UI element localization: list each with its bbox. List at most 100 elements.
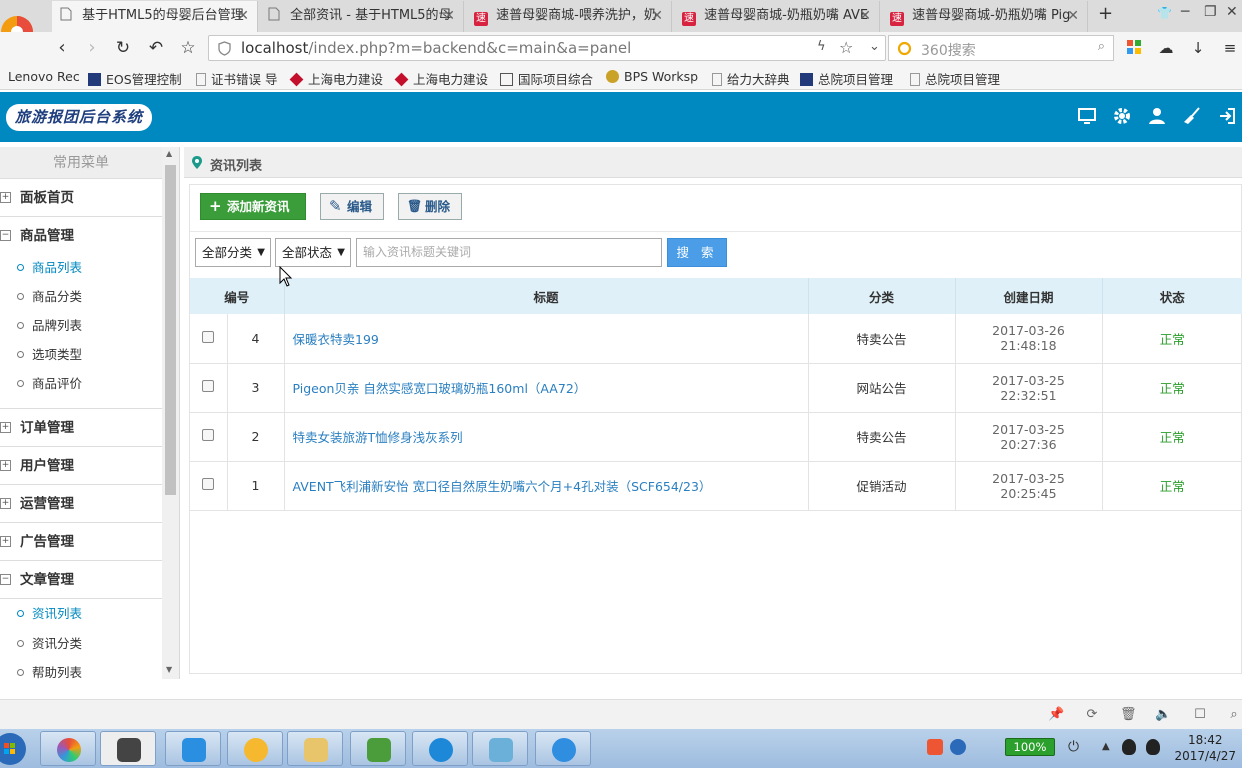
taskbar-browser-360[interactable]	[40, 731, 96, 766]
broom-icon[interactable]	[1182, 106, 1202, 126]
undo-icon[interactable]: ↶	[144, 36, 168, 60]
shirt-icon[interactable]: 👕	[1157, 6, 1172, 20]
header-id[interactable]: 编号	[190, 278, 285, 314]
sidebar-item-brand-list[interactable]: 品牌列表	[0, 311, 162, 340]
sidebar-group-articles[interactable]: − 文章管理	[0, 561, 162, 599]
download-icon[interactable]: ↓	[1186, 36, 1210, 60]
taskbar-app-4[interactable]	[227, 731, 283, 766]
browser-tab-5[interactable]: 速 速普母婴商城-奶瓶奶嘴 Pig ✕	[882, 1, 1088, 32]
sidebar-scrollbar[interactable]: ▲ ▼	[162, 147, 179, 679]
chevron-down-icon[interactable]: ⌄	[869, 39, 880, 54]
speaker-icon[interactable]: 🔈	[1155, 707, 1171, 723]
header-title[interactable]: 标题	[284, 278, 809, 314]
sidebar-group-operations[interactable]: + 运营管理	[0, 485, 162, 523]
sidebar-item-help-list[interactable]: 帮助列表	[0, 658, 162, 679]
close-tab-icon[interactable]: ✕	[651, 1, 663, 31]
sidebar-item-option-types[interactable]: 选项类型	[0, 340, 162, 369]
bookmark-item[interactable]: BPS Worksp	[606, 69, 698, 84]
start-button-icon[interactable]	[0, 731, 32, 766]
row-title-link[interactable]: Pigeon贝亲 自然实感宽口玻璃奶瓶160ml（AA72）	[284, 363, 809, 413]
monitor-icon[interactable]	[1077, 106, 1097, 126]
sidebar-group-goods[interactable]: − 商品管理	[0, 217, 162, 255]
battery-indicator[interactable]: 100%	[1005, 738, 1055, 756]
edit-button[interactable]: ✎ 编辑	[320, 193, 384, 220]
ime-icon[interactable]	[927, 739, 943, 755]
bookmark-item[interactable]: 国际项目综合	[500, 69, 593, 88]
scroll-down-icon[interactable]: ▼	[166, 665, 172, 674]
browser-tab-3[interactable]: 速 速普母婴商城-喂养洗护，奶 ✕	[466, 1, 672, 32]
browser-tab-1[interactable]: 基于HTML5的母婴后台管理 ✕	[52, 1, 258, 32]
table-row[interactable]: 3 Pigeon贝亲 自然实感宽口玻璃奶瓶160ml（AA72） 网站公告 20…	[190, 363, 1242, 413]
sidebar-item-goods-reviews[interactable]: 商品评价	[0, 369, 162, 409]
apps-grid-icon[interactable]	[1127, 40, 1141, 54]
row-checkbox[interactable]	[202, 380, 215, 392]
window-icon[interactable]: ☐	[1192, 707, 1208, 723]
help-icon[interactable]	[950, 739, 966, 755]
new-tab-button[interactable]: +	[1098, 3, 1113, 24]
sidebar-group-dashboard[interactable]: + 面板首页	[0, 179, 162, 217]
user-icon[interactable]	[1147, 106, 1167, 126]
taskbar-app-8[interactable]	[472, 731, 528, 766]
address-bar[interactable]: localhost/index.php?m=backend&c=main&a=p…	[208, 35, 886, 61]
reload-icon[interactable]: ↻	[111, 36, 135, 60]
favorite-star-icon[interactable]: ☆	[839, 38, 853, 57]
bookmark-item[interactable]: EOS管理控制	[88, 69, 182, 88]
zoom-icon[interactable]: ⌕	[1226, 707, 1242, 723]
browser-tab-4[interactable]: 速 速普母婴商城-奶瓶奶嘴 AVE ✕	[674, 1, 880, 32]
logout-icon[interactable]	[1217, 106, 1237, 126]
close-tab-icon[interactable]: ✕	[859, 1, 871, 31]
add-news-button[interactable]: + 添加新资讯	[200, 193, 306, 220]
bookmark-item[interactable]: 总院项目管理	[800, 69, 893, 88]
close-tab-icon[interactable]: ✕	[1067, 1, 1079, 31]
bookmark-item[interactable]: 给力大辞典	[712, 69, 790, 88]
bookmark-item[interactable]: 上海电力建设	[289, 69, 383, 88]
search-engine-box[interactable]: 360搜索 ⌕	[888, 35, 1114, 61]
sidebar-item-goods-list[interactable]: 商品列表	[0, 253, 162, 282]
header-status[interactable]: 状态	[1102, 278, 1242, 314]
table-row[interactable]: 1 AVENT飞利浦新安怡 宽口径自然原生奶嘴六个月+4孔对装（SCF654/2…	[190, 461, 1242, 511]
minimize-icon[interactable]: ─	[1181, 4, 1189, 20]
sidebar-group-users[interactable]: + 用户管理	[0, 447, 162, 485]
qq-icon[interactable]	[1122, 739, 1136, 755]
menu-icon[interactable]: ≡	[1218, 36, 1242, 60]
speed-icon[interactable]: ⟳	[1084, 707, 1100, 723]
taskbar-editor[interactable]	[350, 731, 406, 766]
header-created-date[interactable]: 创建日期	[955, 278, 1103, 314]
taskbar-explorer[interactable]	[287, 731, 343, 766]
bookmark-item[interactable]: 总院项目管理	[910, 69, 1000, 88]
bookmark-item[interactable]: 上海电力建设	[394, 69, 488, 88]
system-clock[interactable]: 18:42 2017/4/27	[1174, 732, 1236, 764]
browser-tab-2[interactable]: 全部资讯 - 基于HTML5的母 ✕	[260, 1, 464, 32]
back-icon[interactable]: ‹	[50, 36, 74, 60]
sidebar-item-news-category[interactable]: 资讯分类	[0, 629, 162, 658]
bookmark-item[interactable]: Lenovo Rec	[8, 69, 80, 84]
tray-expand-icon[interactable]: ▲	[1102, 741, 1110, 752]
url-text[interactable]: localhost/index.php?m=backend&c=main&a=p…	[241, 39, 631, 57]
cloud-icon[interactable]: ☁	[1154, 36, 1178, 60]
pin-icon[interactable]: 📌	[1048, 707, 1064, 723]
sidebar-item-goods-category[interactable]: 商品分类	[0, 282, 162, 311]
status-select[interactable]: 全部状态 ▼	[275, 238, 351, 267]
table-row[interactable]: 2 特卖女装旅游T恤修身浅灰系列 特卖公告 2017-03-25 20:27:36…	[190, 412, 1242, 462]
close-tab-icon[interactable]: ✕	[237, 1, 249, 31]
lightning-icon[interactable]: ϟ	[817, 39, 826, 54]
scrollbar-thumb[interactable]	[165, 165, 176, 495]
row-title-link[interactable]: AVENT飞利浦新安怡 宽口径自然原生奶嘴六个月+4孔对装（SCF654/23）	[284, 461, 809, 511]
category-select[interactable]: 全部分类 ▼	[195, 238, 271, 267]
search-icon[interactable]: ⌕	[1098, 39, 1105, 54]
row-checkbox[interactable]	[202, 478, 215, 490]
header-category[interactable]: 分类	[808, 278, 956, 314]
forward-icon[interactable]: ›	[80, 36, 104, 60]
row-title-link[interactable]: 保暖衣特卖199	[284, 314, 809, 364]
table-row[interactable]: 4 保暖衣特卖199 特卖公告 2017-03-26 21:48:18 正常	[190, 314, 1242, 364]
gear-icon[interactable]	[1112, 106, 1132, 126]
sidebar-item-news-list[interactable]: 资讯列表	[0, 599, 162, 628]
scroll-up-icon[interactable]: ▲	[166, 149, 172, 158]
delete-button[interactable]: 🗑 删除	[398, 193, 462, 220]
sidebar-group-ads[interactable]: + 广告管理	[0, 523, 162, 561]
keyword-input[interactable]: 输入资讯标题关键词	[356, 238, 662, 267]
row-checkbox[interactable]	[202, 330, 215, 343]
window-close-icon[interactable]: ✕	[1226, 4, 1238, 20]
qq-icon[interactable]	[1146, 739, 1160, 755]
app-title[interactable]: 旅游报团后台系统	[6, 104, 152, 131]
